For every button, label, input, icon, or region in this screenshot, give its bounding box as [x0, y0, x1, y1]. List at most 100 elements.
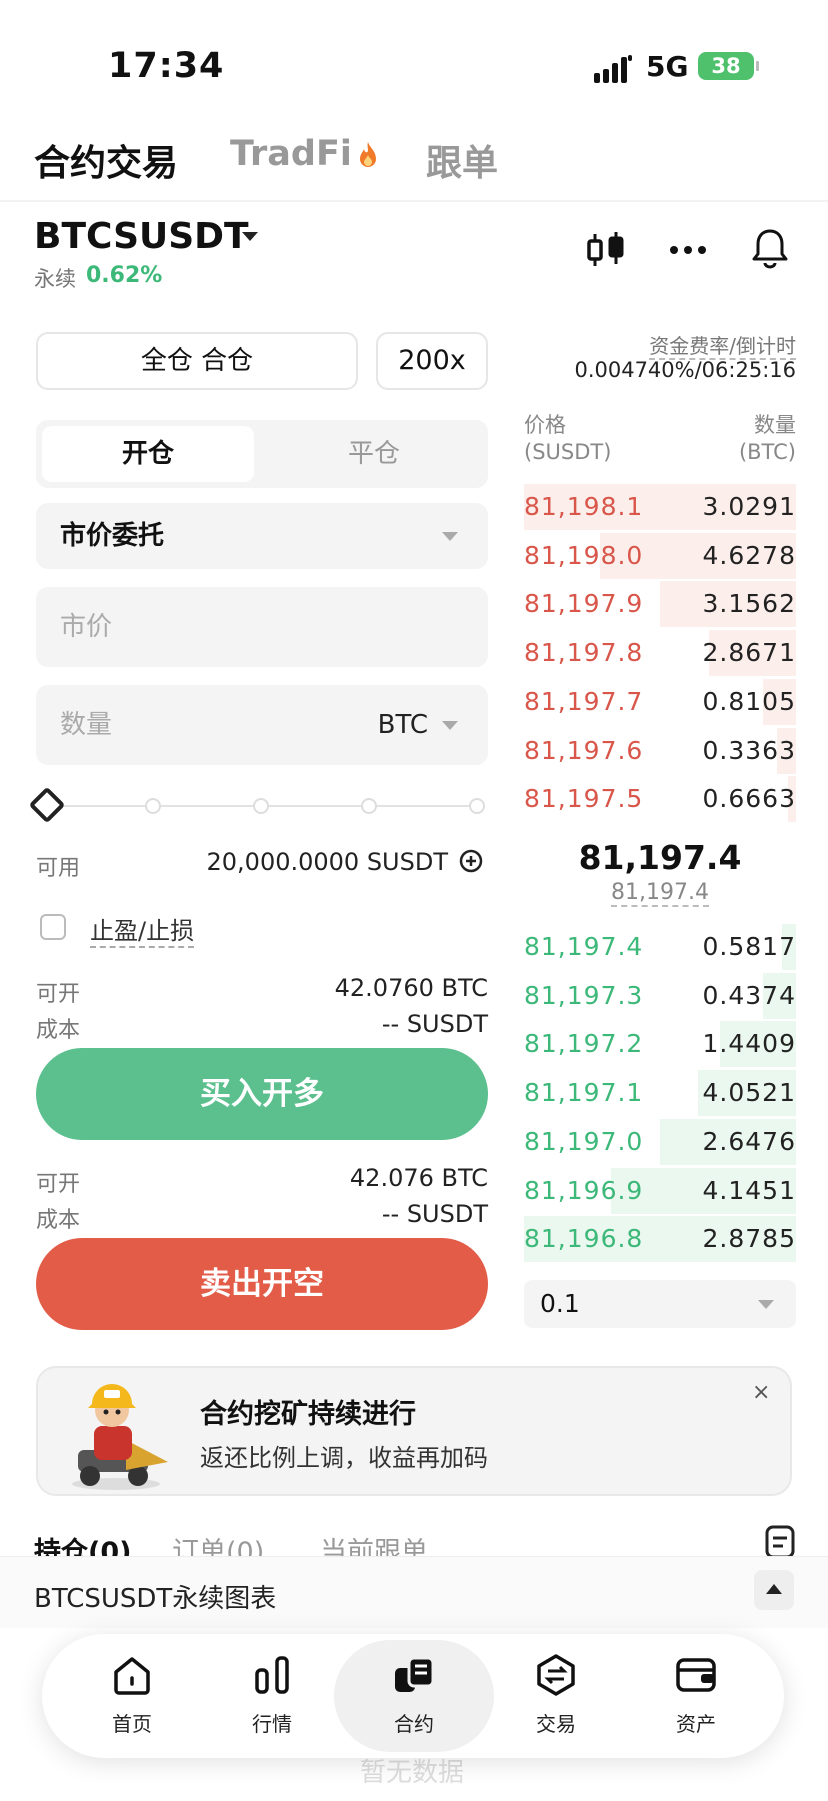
bid-row[interactable]: 81,197.3 0.4374: [524, 972, 796, 1019]
nav-trade[interactable]: 交易: [496, 1652, 616, 1737]
chevron-up-icon[interactable]: [754, 1570, 794, 1610]
tab-tradfi-label: TradFi: [230, 134, 352, 174]
ask-quantity: 3.1562: [702, 589, 796, 619]
candlestick-icon[interactable]: [584, 228, 628, 272]
bid-quantity: 1.4409: [702, 1029, 796, 1059]
chart-drawer-title: BTCSUSDT永续图表: [34, 1584, 277, 1614]
ask-price: 81,198.0: [524, 540, 644, 570]
leverage-button[interactable]: 200x: [376, 332, 488, 390]
bid-quantity: 0.5817: [702, 932, 796, 961]
precision-select[interactable]: 0.1: [524, 1280, 796, 1328]
bid-row[interactable]: 81,197.1 4.0521: [524, 1070, 796, 1117]
slider-step-25[interactable]: [145, 798, 161, 814]
bid-row[interactable]: 81,197.0 2.6476: [524, 1118, 796, 1165]
chevron-down-icon: [442, 721, 458, 730]
miner-mascot-icon: [72, 1384, 168, 1490]
bid-price: 81,197.1: [524, 1078, 644, 1108]
network-label: 5G: [646, 50, 689, 83]
ask-price: 81,197.9: [524, 589, 644, 619]
home-icon: [114, 1657, 150, 1695]
bid-quantity: 0.4374: [702, 980, 796, 1010]
ask-quantity: 3.0291: [702, 492, 796, 521]
ask-quantity: 0.6663: [702, 784, 796, 814]
funding-rate-label[interactable]: 资金费率/倒计时: [560, 330, 796, 360]
last-price[interactable]: 81,197.4: [524, 838, 796, 877]
precision-value: 0.1: [540, 1289, 580, 1318]
buy-long-button[interactable]: 买入开多: [36, 1048, 488, 1140]
wallet-icon: [676, 1658, 716, 1692]
sell-can-open-label: 可开: [36, 1172, 81, 1197]
tab-copy-trading[interactable]: 跟单: [426, 134, 498, 186]
slider-step-50[interactable]: [253, 798, 269, 814]
bid-row[interactable]: 81,196.9 4.1451: [524, 1167, 796, 1214]
more-icon[interactable]: [666, 228, 710, 272]
nav-market[interactable]: 行情: [212, 1652, 332, 1737]
nav-futures[interactable]: 合约: [354, 1652, 474, 1737]
chevron-down-icon: [442, 532, 458, 541]
ask-row[interactable]: 81,198.1 3.0291: [524, 484, 796, 530]
slider-step-100[interactable]: [469, 798, 485, 814]
slider-handle[interactable]: [28, 786, 66, 824]
order-type-value: 市价委托: [60, 521, 165, 551]
tab-close-position[interactable]: 平仓: [268, 426, 480, 482]
ask-row[interactable]: 81,197.9 3.1562: [524, 581, 796, 628]
symbol-selector[interactable]: BTCSUSDT: [34, 216, 249, 257]
tab-futures[interactable]: 合约交易: [34, 134, 178, 186]
chevron-down-icon[interactable]: [242, 232, 258, 241]
tpsl-checkbox[interactable]: [40, 914, 66, 940]
order-history-icon[interactable]: [764, 1524, 796, 1560]
ask-quantity: 2.8671: [702, 638, 796, 668]
bid-row[interactable]: 81,196.8 2.8785: [524, 1216, 796, 1263]
ask-row[interactable]: 81,198.0 4.6278: [524, 532, 796, 579]
price-header-label: 价格: [524, 413, 566, 437]
ask-quantity: 0.8105: [702, 686, 796, 716]
bell-icon[interactable]: [748, 226, 792, 270]
tab-open-position[interactable]: 开仓: [42, 426, 254, 482]
orderbook-qty-header: 数量 (BTC): [690, 412, 796, 466]
qty-header-unit: (BTC): [738, 440, 796, 464]
add-circle-icon[interactable]: [458, 848, 484, 874]
sell-can-open-value: 42.076 BTC: [349, 1164, 488, 1192]
nav-assets[interactable]: 资产: [636, 1652, 756, 1737]
bid-price: 81,197.4: [524, 932, 644, 961]
quantity-placeholder: 数量: [60, 710, 113, 740]
market-icon: [255, 1656, 289, 1694]
buy-cost-value: -- SUSDT: [381, 1010, 488, 1038]
ask-price: 81,197.7: [524, 686, 644, 716]
margin-mode-button[interactable]: 全仓 合仓: [36, 332, 358, 390]
close-icon[interactable]: ×: [752, 1380, 770, 1405]
mark-price-value: 81,197.4: [611, 880, 709, 907]
ask-row[interactable]: 81,197.5 0.6663: [524, 776, 796, 823]
quantity-input[interactable]: 数量 BTC: [36, 685, 488, 765]
tab-tradfi[interactable]: TradFi: [230, 134, 380, 174]
buy-can-open-value: 42.0760 BTC: [334, 974, 488, 1002]
ask-row[interactable]: 81,197.7 0.8105: [524, 678, 796, 725]
status-time: 17:34: [108, 46, 225, 86]
sell-cost-label: 成本: [36, 1208, 81, 1233]
ask-price: 81,197.8: [524, 638, 644, 668]
battery-icon: 38: [698, 52, 759, 80]
order-type-select[interactable]: 市价委托: [36, 503, 488, 569]
ask-quantity: 4.6278: [702, 540, 796, 570]
tpsl-label[interactable]: 止盈/止损: [90, 911, 195, 948]
price-change: 0.62%: [86, 263, 163, 288]
slider-step-75[interactable]: [361, 798, 377, 814]
quantity-unit-select[interactable]: BTC: [378, 685, 428, 765]
chevron-down-icon: [758, 1300, 774, 1309]
bid-row[interactable]: 81,197.4 0.5817: [524, 924, 796, 970]
nav-assets-label: 资产: [676, 1712, 716, 1736]
promo-subtitle: 返还比例上调，收益再加码: [200, 1444, 488, 1472]
bid-quantity: 2.6476: [702, 1126, 796, 1156]
nav-home[interactable]: 首页: [72, 1652, 192, 1737]
futures-icon: [395, 1656, 435, 1692]
ask-row[interactable]: 81,197.8 2.8671: [524, 630, 796, 677]
signal-icon: [594, 55, 634, 83]
ask-price: 81,197.6: [524, 735, 644, 765]
price-input[interactable]: 市价: [36, 587, 488, 667]
bid-row[interactable]: 81,197.2 1.4409: [524, 1021, 796, 1068]
trade-icon: [537, 1654, 575, 1696]
ask-row[interactable]: 81,197.6 0.3363: [524, 727, 796, 774]
sell-short-button[interactable]: 卖出开空: [36, 1238, 488, 1330]
mark-price: 81,197.4: [524, 880, 796, 907]
qty-header-label: 数量: [754, 413, 796, 437]
